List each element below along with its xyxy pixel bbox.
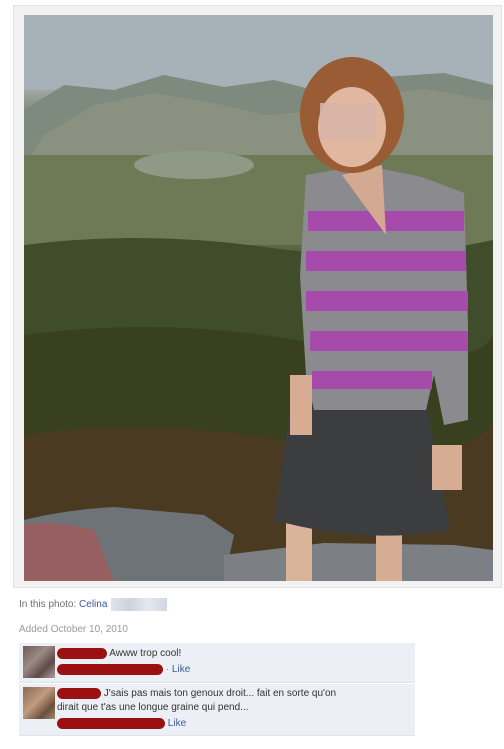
comment-text-line-1: J'sais pas mais ton genoux droit... fait… xyxy=(103,688,337,700)
like-link[interactable]: Like xyxy=(168,718,186,729)
avatar[interactable] xyxy=(23,646,55,678)
photo[interactable] xyxy=(24,15,493,581)
comment-text-line-2: dirait que t'as une longue graine qui pe… xyxy=(57,702,249,713)
photo-tag-line: In this photo: Celina xyxy=(19,598,168,611)
redacted-timestamp xyxy=(57,664,163,675)
separator: · xyxy=(165,664,170,676)
comment-text: Awww trop cool! xyxy=(109,648,182,660)
avatar[interactable] xyxy=(23,687,55,719)
in-this-photo-label: In this photo: xyxy=(19,599,77,611)
redacted-timestamp xyxy=(57,718,165,729)
tagged-person-link[interactable]: Celina xyxy=(79,599,107,610)
redacted-author-name xyxy=(57,648,107,659)
added-date: Added October 10, 2010 xyxy=(19,624,128,635)
comment: Awww trop cool! · Like xyxy=(19,643,415,683)
redacted-author-name xyxy=(57,688,101,699)
comment: J'sais pas mais ton genoux droit... fait… xyxy=(19,684,415,736)
like-link[interactable]: Like xyxy=(172,664,190,675)
photo-frame xyxy=(13,5,502,588)
redacted-surname xyxy=(111,598,168,611)
